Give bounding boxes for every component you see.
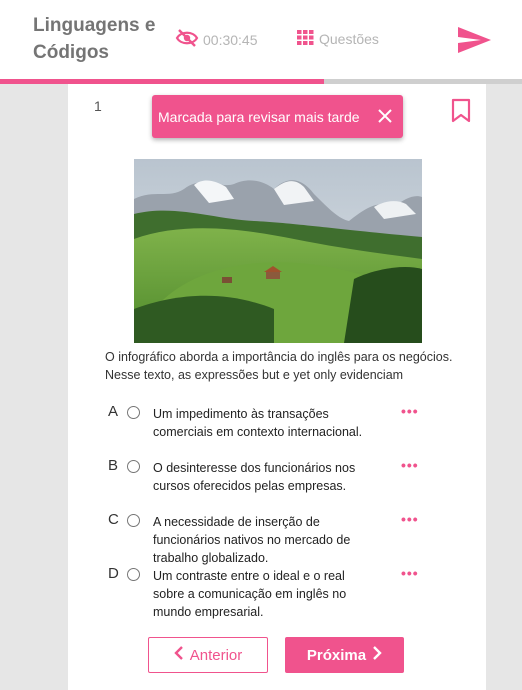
alternative-radio[interactable] (127, 460, 140, 473)
chevron-right-icon (372, 646, 382, 664)
question-number: 1 (94, 98, 102, 114)
alternative-letter: A (108, 403, 119, 420)
alternative-letter: B (108, 457, 119, 474)
question-stem: O infográfico aborda a importância do in… (105, 350, 453, 382)
bookmark-icon[interactable] (451, 98, 471, 128)
questions-button[interactable]: Questões (297, 30, 379, 48)
more-options-icon[interactable]: ••• (401, 457, 419, 473)
more-options-icon[interactable]: ••• (401, 511, 419, 527)
previous-label: Anterior (189, 646, 243, 664)
timer-value: 00:30:45 (203, 31, 258, 48)
alternative-text: A necessidade de inserção de funcionário… (153, 515, 351, 565)
alternative-radio[interactable] (127, 406, 140, 419)
next-button[interactable]: Próxima (285, 637, 404, 673)
send-icon[interactable] (457, 26, 492, 59)
alternative-radio[interactable] (127, 568, 140, 581)
close-icon[interactable] (377, 108, 393, 127)
alternative-letter: D (108, 565, 119, 582)
top-bar: Linguagens e Códigos 00:30:45 Questões (0, 0, 522, 84)
question-image (134, 159, 422, 343)
alternative-text: O desinteresse dos funcionários nos curs… (153, 461, 356, 493)
page-title: Linguagens e Códigos (33, 15, 156, 63)
review-toast: Marcada para revisar mais tarde (152, 95, 403, 138)
alternative-text: Um contraste entre o ideal e o real sobr… (153, 569, 347, 619)
toast-text: Marcada para revisar mais tarde (158, 108, 360, 125)
more-options-icon[interactable]: ••• (401, 565, 419, 581)
eye-off-icon[interactable] (175, 28, 199, 51)
previous-button[interactable]: Anterior (148, 637, 268, 673)
next-label: Próxima (306, 646, 367, 664)
questions-label: Questões (319, 31, 379, 47)
alternative-radio[interactable] (127, 514, 140, 527)
chevron-left-icon (174, 646, 184, 664)
alternative-letter: C (108, 511, 119, 528)
alternative-text: Um impedimento às transações comerciais … (153, 407, 363, 439)
more-options-icon[interactable]: ••• (401, 403, 419, 419)
timer[interactable]: 00:30:45 (175, 28, 258, 51)
grid-icon (297, 30, 314, 48)
